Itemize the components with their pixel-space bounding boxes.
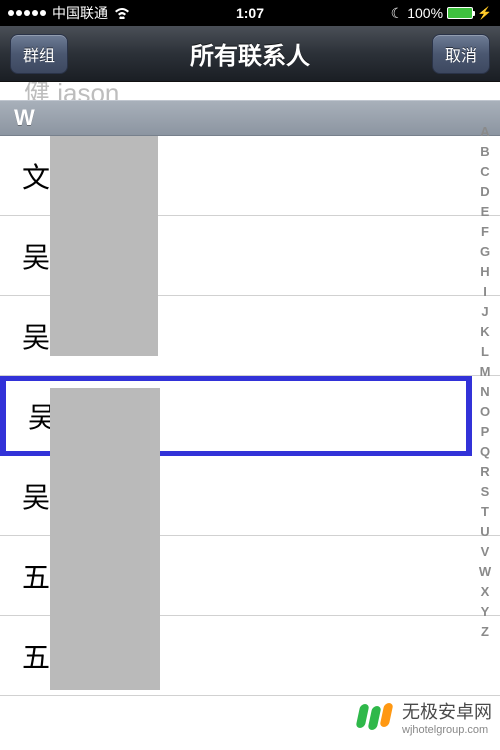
- contact-name-prefix: 吴: [22, 316, 50, 356]
- alphabet-index[interactable]: ABCDEFGHIJKLMNOPQRSTUVWXYZ: [474, 122, 496, 642]
- index-letter[interactable]: R: [480, 462, 489, 482]
- charging-icon: ⚡: [477, 6, 492, 20]
- index-letter[interactable]: D: [480, 182, 489, 202]
- watermark-url: wjhotelgroup.com: [402, 724, 492, 736]
- index-letter[interactable]: K: [480, 322, 489, 342]
- index-letter[interactable]: Y: [481, 602, 490, 622]
- watermark-name: 无极安卓网: [402, 702, 492, 722]
- groups-button[interactable]: 群组: [10, 34, 68, 74]
- index-letter[interactable]: S: [481, 482, 490, 502]
- cancel-button[interactable]: 取消: [432, 34, 490, 74]
- contact-name-prefix: 吴: [22, 476, 50, 516]
- redaction-block: [50, 136, 158, 356]
- index-letter[interactable]: B: [480, 142, 489, 162]
- watermark-logo-icon: [358, 704, 396, 730]
- index-letter[interactable]: E: [481, 202, 490, 222]
- index-letter[interactable]: O: [480, 402, 490, 422]
- battery-icon: [447, 7, 473, 19]
- index-letter[interactable]: G: [480, 242, 490, 262]
- dnd-icon: ☾: [391, 5, 404, 22]
- carrier-label: 中国联通: [52, 3, 108, 23]
- index-letter[interactable]: Q: [480, 442, 490, 462]
- partial-contact-row[interactable]: 健 jason: [0, 82, 500, 100]
- contacts-list[interactable]: 健 jason W 文吴吴吴吴五五 ABCDEFGHIJKLMNOPQRSTUV…: [0, 82, 500, 750]
- partial-contact-name: 健 jason: [24, 82, 119, 100]
- index-letter[interactable]: X: [481, 582, 490, 602]
- index-letter[interactable]: A: [480, 122, 489, 142]
- index-letter[interactable]: M: [480, 362, 491, 382]
- index-letter[interactable]: L: [481, 342, 489, 362]
- index-letter[interactable]: U: [480, 522, 489, 542]
- status-bar: 中国联通 1:07 ☾ 100% ⚡: [0, 0, 500, 26]
- index-letter[interactable]: I: [483, 282, 487, 302]
- wifi-icon: [114, 7, 130, 19]
- status-time: 1:07: [236, 5, 264, 21]
- index-letter[interactable]: C: [480, 162, 489, 182]
- index-letter[interactable]: T: [481, 502, 489, 522]
- index-letter[interactable]: W: [479, 562, 491, 582]
- page-title: 所有联系人: [190, 36, 310, 71]
- index-letter[interactable]: Z: [481, 622, 489, 642]
- index-letter[interactable]: H: [480, 262, 489, 282]
- watermark: 无极安卓网 wjhotelgroup.com: [358, 698, 492, 736]
- section-header: W: [0, 100, 500, 136]
- redaction-block: [50, 388, 160, 690]
- index-letter[interactable]: N: [480, 382, 489, 402]
- signal-icon: [8, 10, 46, 16]
- index-letter[interactable]: J: [481, 302, 488, 322]
- index-letter[interactable]: F: [481, 222, 489, 242]
- contact-name-prefix: 五: [22, 636, 50, 676]
- battery-percent: 100%: [407, 5, 443, 21]
- index-letter[interactable]: V: [481, 542, 490, 562]
- status-left: 中国联通: [8, 3, 130, 23]
- index-letter[interactable]: P: [481, 422, 490, 442]
- contact-name-prefix: 文: [22, 156, 50, 196]
- contact-name-prefix: 五: [22, 556, 50, 596]
- status-right: ☾ 100% ⚡: [391, 5, 492, 22]
- contact-name-prefix: 吴: [22, 236, 50, 276]
- nav-bar: 群组 所有联系人 取消: [0, 26, 500, 82]
